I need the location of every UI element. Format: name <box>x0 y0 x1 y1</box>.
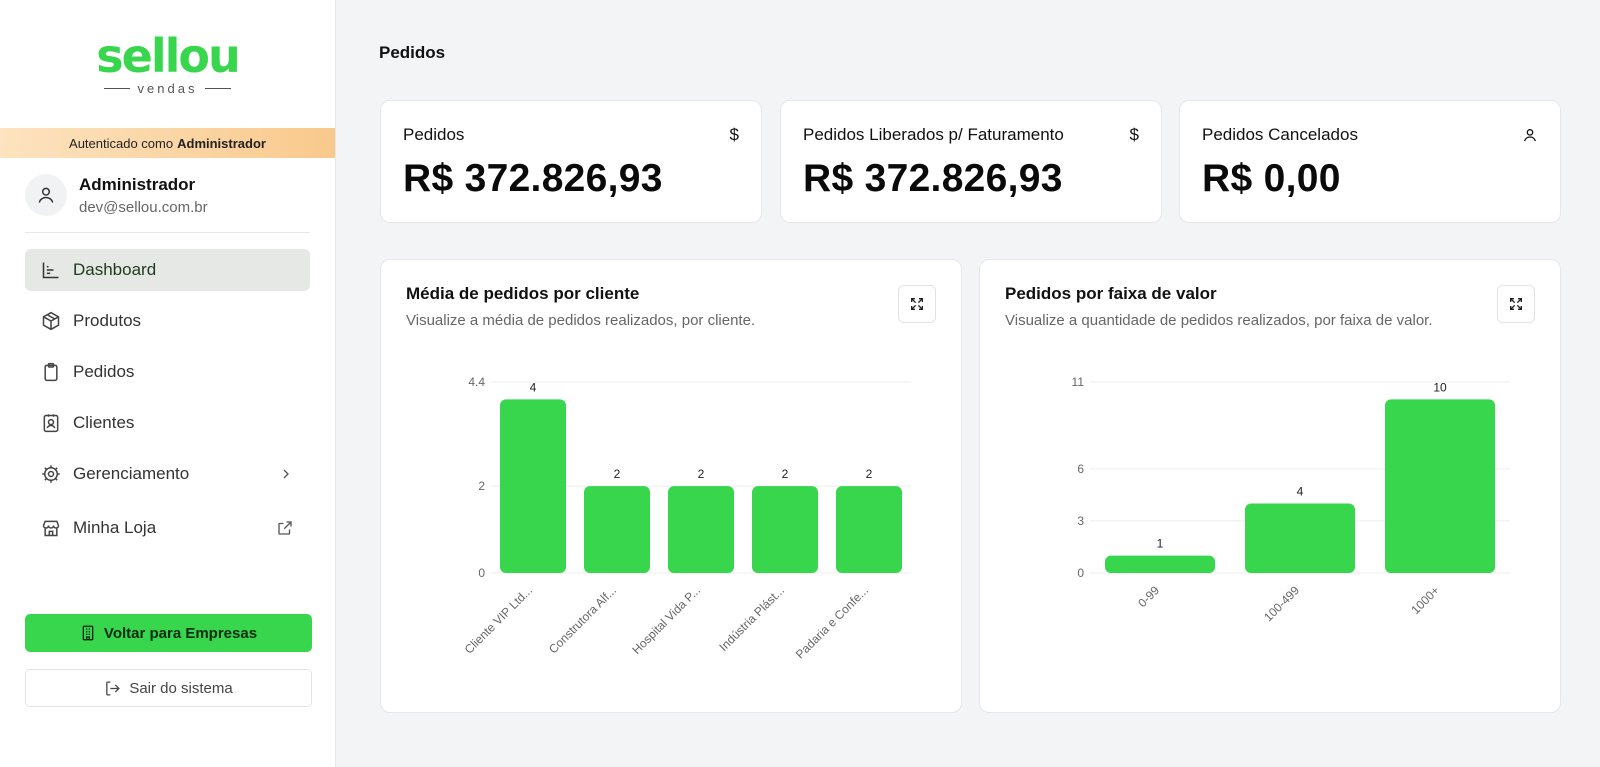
y-tick-label: 4.4 <box>468 375 485 389</box>
sidebar-item-gerenciamento[interactable]: Gerenciamento <box>25 453 310 495</box>
stat-label: Pedidos Liberados p/ Faturamento <box>803 125 1064 144</box>
sidebar-item-clientes[interactable]: Clientes <box>25 402 310 444</box>
chart-icon <box>42 262 59 279</box>
sidebar-item-dashboard[interactable]: Dashboard <box>25 249 310 291</box>
stat-card-cancelados: Pedidos Cancelados R$ 0,00 <box>1179 100 1561 223</box>
logo[interactable]: sellou vendas <box>0 0 335 128</box>
bar <box>668 486 734 573</box>
y-tick-label: 0 <box>478 566 485 580</box>
gear-icon <box>42 465 60 483</box>
stat-value: R$ 372.826,93 <box>403 157 663 200</box>
chart-card-faixa-de-valor: Pedidos por faixa de valor Visualize a q… <box>979 259 1561 713</box>
bar <box>500 399 566 573</box>
x-tick-label: Cliente VIP Ltd... <box>462 583 535 656</box>
user-icon <box>38 187 54 203</box>
dollar-icon: $ <box>1129 125 1139 144</box>
sidebar-nav: Dashboard Produtos Pedidos Clientes Gere… <box>25 249 310 549</box>
x-tick-label: Indústria Plást... <box>716 583 787 654</box>
sidebar: sellou vendas Autenticado como Administr… <box>0 0 336 767</box>
stat-label: Pedidos <box>403 125 465 144</box>
chevron-right-icon <box>283 469 289 479</box>
building-icon <box>82 625 94 641</box>
data-label: 1 <box>1157 537 1164 551</box>
profile-email: dev@sellou.com.br <box>79 198 208 216</box>
stat-value: R$ 372.826,93 <box>803 157 1063 200</box>
auth-role: Administrador <box>177 135 266 151</box>
page-title: Pedidos <box>379 43 446 62</box>
sidebar-item-pedidos[interactable]: Pedidos <box>25 351 310 393</box>
bar <box>1245 503 1355 573</box>
bar <box>1105 555 1215 573</box>
x-tick-label: 1000+ <box>1408 583 1442 617</box>
x-tick-label: 0-99 <box>1135 583 1162 610</box>
sidebar-item-label: Gerenciamento <box>73 464 190 483</box>
auth-prefix: Autenticado como <box>69 135 174 151</box>
data-label: 10 <box>1433 380 1447 394</box>
data-label: 4 <box>530 380 537 394</box>
x-tick-label: 100-499 <box>1261 583 1302 624</box>
logout-button[interactable]: Sair do sistema <box>25 669 312 707</box>
data-label: 2 <box>698 467 705 481</box>
data-label: 2 <box>614 467 621 481</box>
sidebar-item-label: Clientes <box>73 413 135 432</box>
sidebar-item-minha-loja[interactable]: Minha Loja <box>25 507 310 549</box>
logout-icon <box>106 680 121 696</box>
sidebar-item-label: Pedidos <box>73 362 135 381</box>
bar <box>752 486 818 573</box>
chart-card-media-por-cliente: Média de pedidos por cliente Visualize a… <box>380 259 962 713</box>
y-tick-label: 3 <box>1077 514 1084 528</box>
avatar <box>25 174 67 216</box>
sidebar-item-label: Produtos <box>73 311 142 330</box>
bar-chart-media: 0 2 4.4 4 Cliente VIP Ltd... 2 Construtora Alf… <box>462 375 911 662</box>
stat-value: R$ 0,00 <box>1202 157 1341 200</box>
contact-icon <box>43 414 59 433</box>
stat-card-liberados: Pedidos Liberados p/ Faturamento $ R$ 37… <box>780 100 1162 223</box>
sidebar-item-label: Minha Loja <box>73 518 157 537</box>
auth-banner: Autenticado como Administrador <box>0 128 335 158</box>
logo-wordmark: sellou <box>96 28 240 83</box>
y-tick-label: 0 <box>1077 566 1084 580</box>
external-link-icon <box>278 521 292 535</box>
data-label: 2 <box>782 467 789 481</box>
profile-name: Administrador <box>79 174 196 194</box>
user-profile: Administrador dev@sellou.com.br <box>25 174 310 233</box>
logo-subtitle: vendas <box>103 81 232 96</box>
stat-label: Pedidos Cancelados <box>1202 125 1358 144</box>
x-tick-label: Construtora Alf... <box>546 583 619 656</box>
data-label: 4 <box>1297 485 1304 499</box>
back-to-companies-button[interactable]: Voltar para Empresas <box>25 614 312 652</box>
clipboard-icon <box>44 362 58 382</box>
logout-label: Sair do sistema <box>129 679 233 697</box>
box-icon <box>42 311 60 331</box>
y-tick-label: 6 <box>1077 462 1084 476</box>
back-to-companies-label: Voltar para Empresas <box>103 624 258 642</box>
dollar-icon: $ <box>729 125 739 144</box>
user-icon <box>1524 129 1536 142</box>
bar-chart-faixa: 0361110-994100-499101000+ <box>1072 375 1510 624</box>
data-label: 2 <box>866 467 873 481</box>
y-tick-label: 11 <box>1072 375 1085 389</box>
bar <box>836 486 902 573</box>
bar <box>584 486 650 573</box>
sidebar-item-produtos[interactable]: Produtos <box>25 300 310 342</box>
x-tick-label: Padaria e Confe... <box>793 583 871 661</box>
store-icon <box>42 520 60 537</box>
sidebar-item-label: Dashboard <box>73 260 157 279</box>
x-tick-label: Hospital Vida P... <box>629 583 703 657</box>
bar <box>1385 399 1495 573</box>
y-tick-label: 2 <box>478 479 485 493</box>
stat-card-pedidos: Pedidos $ R$ 372.826,93 <box>380 100 762 223</box>
